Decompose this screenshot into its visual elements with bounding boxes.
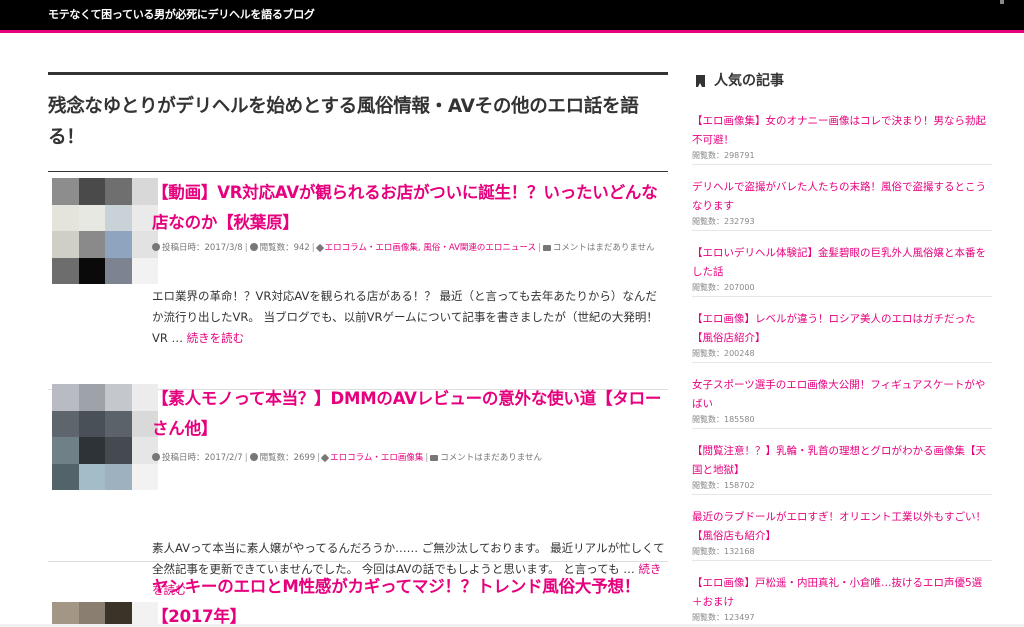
eye-icon: [249, 243, 258, 251]
post-comments: コメントはまだありません: [552, 243, 655, 253]
popular-post-views: 閲覧数：298791: [692, 151, 755, 160]
popular-post-item: デリヘルで盗撮がバレた人たちの末路！風俗で盗撮するとこうなります 閲覧数：232…: [692, 178, 992, 231]
popular-posts-heading: 人気の記事: [692, 68, 992, 94]
popular-post-item: 【閲覧注意！？】乳輪・乳首の理想とグロがわかる画像集【天国と地獄】 閲覧数：15…: [692, 442, 992, 495]
bookmark-icon: [696, 75, 705, 87]
article-thumbnail[interactable]: [52, 178, 158, 284]
popular-post-item: 【エロいデリヘル体験記】金髪碧眼の巨乳外人風俗嬢と本番をした話 閲覧数：2070…: [692, 244, 992, 297]
clock-icon: [152, 243, 160, 251]
popular-post-item: 【エロ画像】戸松遥・内田真礼・小倉唯…抜けるエロ声優5選＋おまけ 閲覧数：123…: [692, 574, 992, 627]
article-meta: 投稿日時：2017/3/8 | 閲覧数：942 | エロコラム・エロ画像集, 風俗・AV…: [152, 241, 666, 256]
popular-post-item: 女子スポーツ選手のエロ画像大公開！フィギュアスケートがやばい 閲覧数：18558…: [692, 376, 992, 429]
article-title-link[interactable]: 【素人モノって本当？】DMMのAVレビューの意外な使い道【タローさん他】: [152, 384, 666, 444]
popular-post-views: 閲覧数：158702: [692, 481, 755, 490]
article-thumbnail[interactable]: [52, 384, 158, 490]
popular-post-views: 閲覧数：200248: [692, 349, 755, 358]
post-views: 閲覧数：2699: [259, 453, 316, 463]
popular-post-link[interactable]: デリヘルで盗撮がバレた人たちの末路！風俗で盗撮するとこうなります: [692, 178, 992, 216]
article-card: 【動画】VR対応AVが観られるお店がついに誕生！？いったいどんな店なのか【秋葉原…: [48, 178, 668, 390]
popular-post-link[interactable]: 【エロ画像】レベルが違う！ロシア美人のエロはガチだった【風俗店紹介】: [692, 310, 992, 348]
post-date: 投稿日時：2017/3/8: [162, 243, 243, 253]
popular-post-link[interactable]: 最近のラブドールがエロすぎ！オリエント工業以外もすごい！【風俗店も紹介】: [692, 508, 992, 546]
page-title: 残念なゆとりがデリヘルを始めとする風俗情報・AVその他のエロ話を語る！: [48, 96, 639, 148]
read-more-link[interactable]: 続きを読む: [187, 331, 245, 345]
popular-post-link[interactable]: 【閲覧注意！？】乳輪・乳首の理想とグロがわかる画像集【天国と地獄】: [692, 442, 992, 480]
menu-icon[interactable]: [1000, 0, 1004, 4]
page-heading: 残念なゆとりがデリヘルを始めとする風俗情報・AVその他のエロ話を語る！: [48, 72, 668, 172]
site-header: モテなくて困っている男が必死にデリヘルを語るブログ: [0, 0, 1024, 33]
post-categories[interactable]: エロコラム・エロ画像集: [330, 453, 423, 463]
popular-post-views: 閲覧数：232793: [692, 217, 755, 226]
popular-post-views: 閲覧数：185580: [692, 415, 755, 424]
article-meta: 投稿日時：2017/2/7 | 閲覧数：2699 | エロコラム・エロ画像集 | コメントは…: [152, 451, 666, 466]
popular-posts-title: 人気の記事: [714, 73, 784, 89]
popular-post-views: 閲覧数：207000: [692, 283, 755, 292]
tag-icon: [320, 453, 330, 463]
popular-post-link[interactable]: 【エロ画像集】女のオナニー画像はコレで決まり！男なら勃起不可避！: [692, 112, 992, 150]
article-card: ヤンキーのエロとM性感がカギってマジ！？トレンド風俗大予想！【2017年】: [48, 572, 668, 627]
site-title[interactable]: モテなくて困っている男が必死にデリヘルを語るブログ: [48, 6, 315, 22]
sidebar: 人気の記事 【エロ画像集】女のオナニー画像はコレで決まり！男なら勃起不可避！ 閲…: [692, 68, 992, 622]
article-excerpt: エロ業界の革命！？VR対応AVを観られる店がある！？ 最近（と言っても去年あたり…: [152, 286, 666, 349]
popular-post-views: 閲覧数：132168: [692, 547, 755, 556]
popular-post-item: 【エロ画像集】女のオナニー画像はコレで決まり！男なら勃起不可避！ 閲覧数：298…: [692, 112, 992, 165]
main-content: 残念なゆとりがデリヘルを始めとする風俗情報・AVその他のエロ話を語る！ 【動画】…: [48, 72, 668, 627]
popular-post-link[interactable]: 【エロ画像】戸松遥・内田真礼・小倉唯…抜けるエロ声優5選＋おまけ: [692, 574, 992, 612]
article-title-link[interactable]: ヤンキーのエロとM性感がカギってマジ！？トレンド風俗大予想！【2017年】: [152, 572, 666, 627]
clock-icon: [152, 453, 160, 461]
post-categories[interactable]: エロコラム・エロ画像集, 風俗・AV関連のエロニュース: [325, 243, 536, 253]
eye-icon: [249, 453, 258, 461]
comment-icon: [430, 455, 439, 461]
article-card: 【素人モノって本当？】DMMのAVレビューの意外な使い道【タローさん他】 投稿日…: [48, 384, 668, 597]
post-date: 投稿日時：2017/2/7: [162, 453, 243, 463]
popular-post-link[interactable]: 【エロいデリヘル体験記】金髪碧眼の巨乳外人風俗嬢と本番をした話: [692, 244, 992, 282]
comment-icon: [542, 245, 551, 251]
popular-post-link[interactable]: 女子スポーツ選手のエロ画像大公開！フィギュアスケートがやばい: [692, 376, 992, 414]
popular-post-item: 最近のラブドールがエロすぎ！オリエント工業以外もすごい！【風俗店も紹介】 閲覧数…: [692, 508, 992, 561]
popular-post-item: 【エロ画像】レベルが違う！ロシア美人のエロはガチだった【風俗店紹介】 閲覧数：2…: [692, 310, 992, 363]
post-views: 閲覧数：942: [259, 243, 310, 253]
post-comments: コメントはまだありません: [440, 453, 542, 463]
article-title-link[interactable]: 【動画】VR対応AVが観られるお店がついに誕生！？いったいどんな店なのか【秋葉原…: [152, 178, 666, 238]
excerpt-text: 素人AVって本当に素人嬢がやってるんだろうか…… ご無沙汰しております。 最近リ…: [152, 541, 665, 576]
tag-icon: [315, 243, 324, 253]
popular-post-views: 閲覧数：123497: [692, 613, 755, 622]
